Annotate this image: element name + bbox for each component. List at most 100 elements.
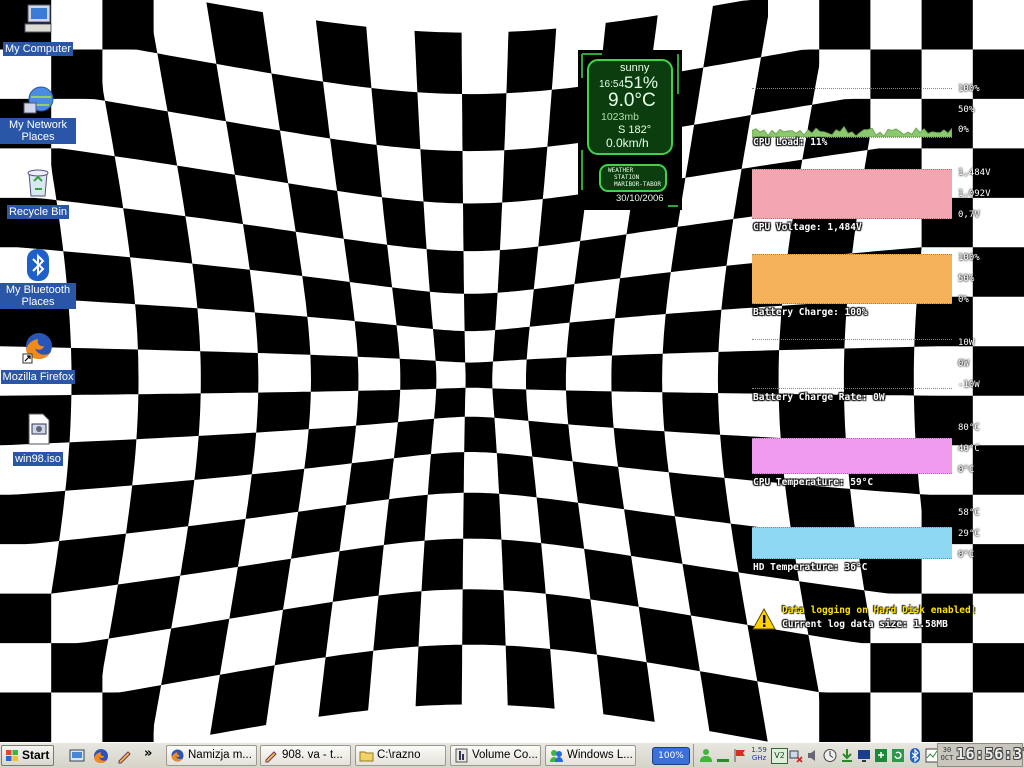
network-connection-icon[interactable]: [789, 748, 803, 763]
weather-pressure: 1023mb: [601, 111, 639, 123]
desktop-icon-recycle-bin[interactable]: Recycle Bin: [0, 165, 76, 219]
wallpaper-tile: [0, 490, 66, 545]
wallpaper-tile: [497, 246, 539, 293]
refresh-icon[interactable]: [891, 748, 905, 763]
safely-remove-icon[interactable]: [874, 748, 888, 763]
wallpaper-tile: [393, 418, 435, 459]
wallpaper-tile: [566, 318, 615, 358]
desktop-icon-firefox[interactable]: Mozilla Firefox: [0, 330, 76, 384]
wallpaper-tile: [210, 665, 275, 735]
clock-month: OCT: [940, 754, 954, 762]
wallpaper-tile: [421, 538, 464, 592]
station-name-line3: MARIBOR-TABOR: [614, 181, 661, 188]
taskbar-button-label: Windows L...: [567, 749, 633, 761]
desktop-icon-win98-iso[interactable]: win98.iso: [0, 412, 76, 466]
taskbar-button-messenger[interactable]: Windows L...: [545, 745, 636, 766]
weather-wind-direction: S 182°: [618, 124, 652, 136]
wallpaper-tile: [371, 88, 421, 150]
v2-tray-icon[interactable]: V2: [771, 748, 788, 764]
wallpaper-tile: [624, 509, 683, 564]
desktop-icon-my-computer[interactable]: My Computer: [0, 2, 76, 56]
wallpaper-tile: [921, 0, 973, 50]
tick-label: 0,7V: [958, 210, 980, 220]
wallpaper-tile: [921, 692, 973, 742]
cpu-frequency-indicator[interactable]: 1.59 GHz: [750, 746, 768, 762]
wallpaper-tile: [392, 287, 433, 329]
wallpaper-tile: [399, 358, 437, 390]
quicklaunch-more-chevron[interactable]: »: [144, 746, 152, 761]
network-activity-icon[interactable]: [716, 748, 730, 763]
flag-icon[interactable]: [733, 748, 747, 763]
weather-station-gadget[interactable]: sunny 16:54 51% 9.0°C 1023mb S 182° 0.0k…: [578, 50, 682, 210]
folder-icon: [359, 751, 374, 762]
wallpaper-tile: [870, 643, 922, 693]
taskbar-button-folder[interactable]: C:\razno: [355, 745, 446, 766]
download-icon[interactable]: [840, 748, 854, 763]
wallpaper-tile: [302, 276, 355, 322]
wallpaper-tile: [596, 654, 655, 722]
wallpaper-tile: [528, 420, 573, 462]
wallpaper-tile: [972, 247, 1024, 297]
firefox-icon: [22, 333, 52, 364]
desktop-icon-network-places[interactable]: My Network Places: [0, 83, 76, 144]
start-button[interactable]: Start: [1, 745, 54, 766]
pencil-quicklaunch-icon[interactable]: [116, 747, 134, 765]
wallpaper-tile: [426, 249, 464, 294]
user-status-icon[interactable]: [699, 748, 713, 763]
iso-file-icon: [28, 413, 50, 445]
wallpaper-tile: [194, 432, 257, 480]
wallpaper-tile: [972, 346, 1024, 396]
wallpaper-tile: [972, 445, 1024, 495]
desktop[interactable]: My Computer My Network Places Recycle Bi…: [0, 0, 1024, 742]
wallpaper-tile: [200, 351, 259, 394]
wallpaper-tile: [274, 601, 333, 666]
tick-label: 10W: [958, 338, 975, 348]
wallpaper-tile: [434, 387, 466, 419]
pencil-icon: [265, 751, 277, 763]
wallpaper-tile: [972, 49, 1024, 99]
tick-label: 0%: [958, 295, 969, 305]
monitor-app-icon[interactable]: [857, 748, 871, 763]
wallpaper-tile: [192, 263, 255, 313]
wallpaper-tile: [638, 606, 700, 672]
wallpaper-tile: [972, 643, 1024, 693]
bluetooth-tray-icon[interactable]: [908, 748, 922, 763]
wallpaper-tile: [662, 309, 722, 354]
wallpaper-tile: [135, 304, 201, 352]
wallpaper-tile: [225, 121, 289, 184]
wallpaper-tile: [662, 392, 721, 435]
tick-label: 80°C: [958, 423, 980, 433]
wallpaper-tile: [0, 593, 52, 644]
tray-clock[interactable]: 30 OCT 16:56:37: [937, 743, 1024, 767]
taskbar: Start » Namizja m... 908. va - t... C:\r…: [0, 742, 1024, 768]
weather-wind-speed: 0.0km/h: [606, 136, 649, 150]
wallpaper-tile: [332, 545, 384, 602]
taskbar-button-volume-control[interactable]: Volume Co...: [450, 745, 541, 766]
wallpaper-tile: [611, 353, 663, 393]
taskbar-button-label: 908. va - t...: [282, 749, 343, 761]
icon-label: My Bluetooth Places: [0, 283, 76, 309]
taskbar-button-editor[interactable]: 908. va - t...: [260, 745, 351, 766]
desktop-icon-bluetooth-places[interactable]: My Bluetooth Places: [0, 248, 76, 309]
wallpaper-tile: [427, 452, 465, 495]
monitor-caption: CPU Voltage: 1,484V: [753, 222, 862, 233]
tick-label: 100%: [958, 84, 980, 94]
wallpaper-tile: [972, 544, 1024, 594]
taskbar-button-firefox[interactable]: Namizja m...: [166, 745, 257, 766]
tick-label: 50%: [958, 274, 975, 284]
wallpaper-tile: [383, 494, 428, 545]
firefox-quicklaunch-icon[interactable]: [92, 747, 110, 765]
monitor-caption: Battery Charge: 100%: [753, 307, 868, 318]
hd-temperature-graph: [752, 527, 952, 559]
icon-label: Recycle Bin: [6, 205, 70, 219]
speaker-icon[interactable]: [806, 748, 820, 763]
show-desktop-icon[interactable]: [68, 747, 86, 765]
wallpaper-tile: [501, 539, 546, 594]
tick-label: 0W: [958, 359, 969, 369]
wallpaper-tile: [356, 389, 401, 426]
log-size-text: Current log data size: 1.58MB: [782, 619, 948, 630]
network-places-icon: [23, 86, 54, 114]
clock-app-icon[interactable]: [823, 748, 837, 763]
battery-percent-badge[interactable]: 100%: [652, 747, 690, 765]
wallpaper-tile: [346, 458, 394, 505]
